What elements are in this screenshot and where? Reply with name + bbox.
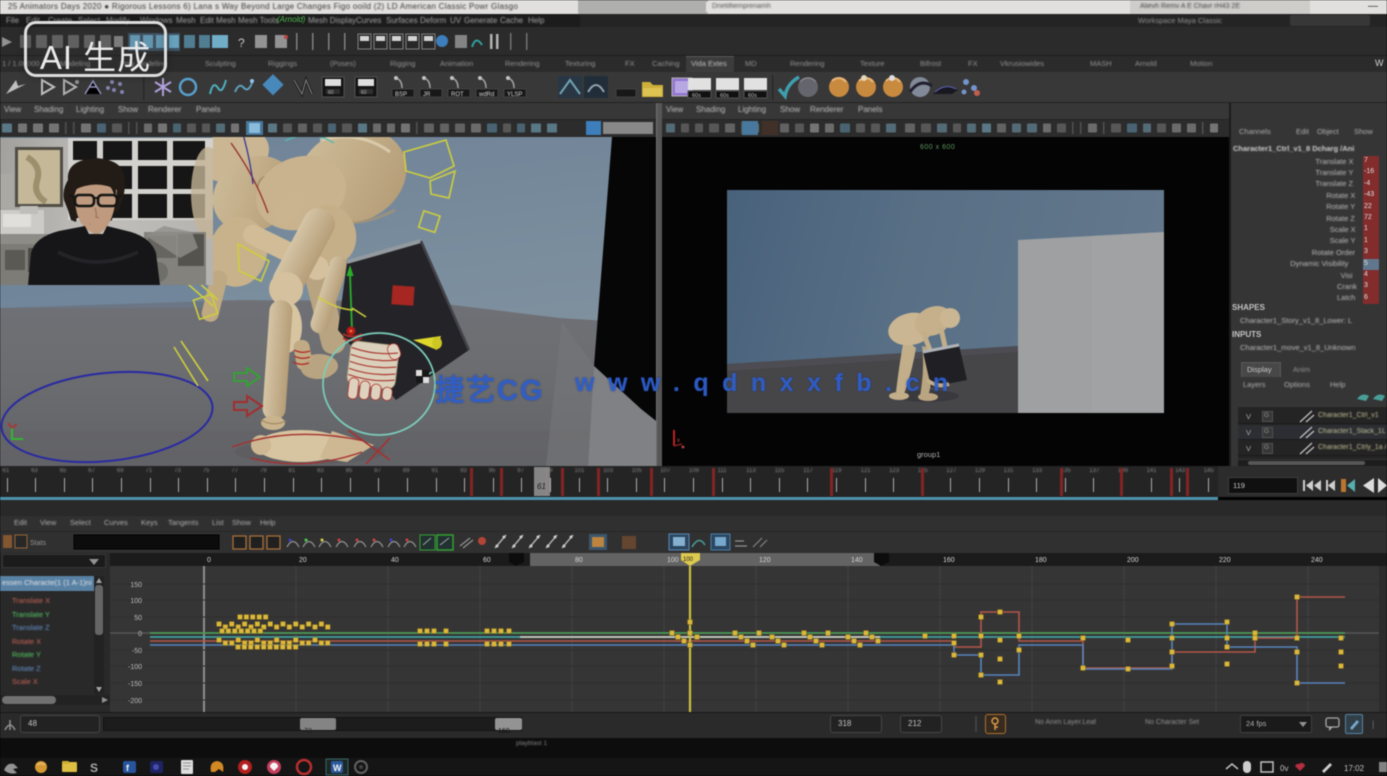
svg-text:40: 40	[391, 557, 399, 564]
svg-text:150: 150	[130, 582, 142, 589]
svg-text:200: 200	[1127, 557, 1139, 564]
svg-text:wdRd: wdRd	[478, 92, 494, 98]
svg-text:JR: JR	[423, 92, 431, 98]
svg-text:160: 160	[943, 557, 955, 564]
svg-text:60s: 60s	[720, 93, 729, 99]
svg-text:-150: -150	[128, 681, 142, 688]
svg-text:100: 100	[130, 598, 142, 605]
svg-text:60: 60	[361, 90, 367, 96]
svg-text:60s: 60s	[692, 93, 701, 99]
svg-text:BSP: BSP	[395, 92, 407, 98]
svg-text:180: 180	[1035, 557, 1047, 564]
svg-text:0: 0	[138, 631, 142, 638]
svg-text:-50: -50	[132, 648, 142, 655]
svg-text:60: 60	[483, 557, 491, 564]
svg-text:20: 20	[299, 557, 307, 564]
svg-text:240: 240	[1311, 557, 1323, 564]
svg-text:-100: -100	[128, 664, 142, 671]
svg-text:Stats: Stats	[30, 540, 46, 547]
svg-text:60: 60	[328, 90, 334, 96]
svg-text:80: 80	[575, 557, 583, 564]
svg-text:100: 100	[683, 557, 694, 563]
svg-text:50: 50	[134, 615, 142, 622]
svg-text:-200: -200	[128, 698, 142, 705]
svg-text:0: 0	[207, 557, 211, 564]
svg-text:120: 120	[759, 557, 771, 564]
svg-text:ROT: ROT	[451, 92, 464, 98]
svg-text:220: 220	[1219, 557, 1231, 564]
svg-text:S: S	[90, 761, 98, 775]
svg-text:17:02: 17:02	[1344, 764, 1365, 773]
svg-text:140: 140	[851, 557, 863, 564]
svg-text:0v: 0v	[1280, 764, 1288, 773]
svg-text:60s: 60s	[748, 93, 757, 99]
svg-text:W: W	[333, 763, 342, 773]
svg-text:?: ?	[238, 36, 245, 50]
svg-text:100: 100	[667, 557, 679, 564]
svg-text:x: x	[677, 438, 680, 444]
svg-text:YLSP: YLSP	[507, 92, 522, 98]
